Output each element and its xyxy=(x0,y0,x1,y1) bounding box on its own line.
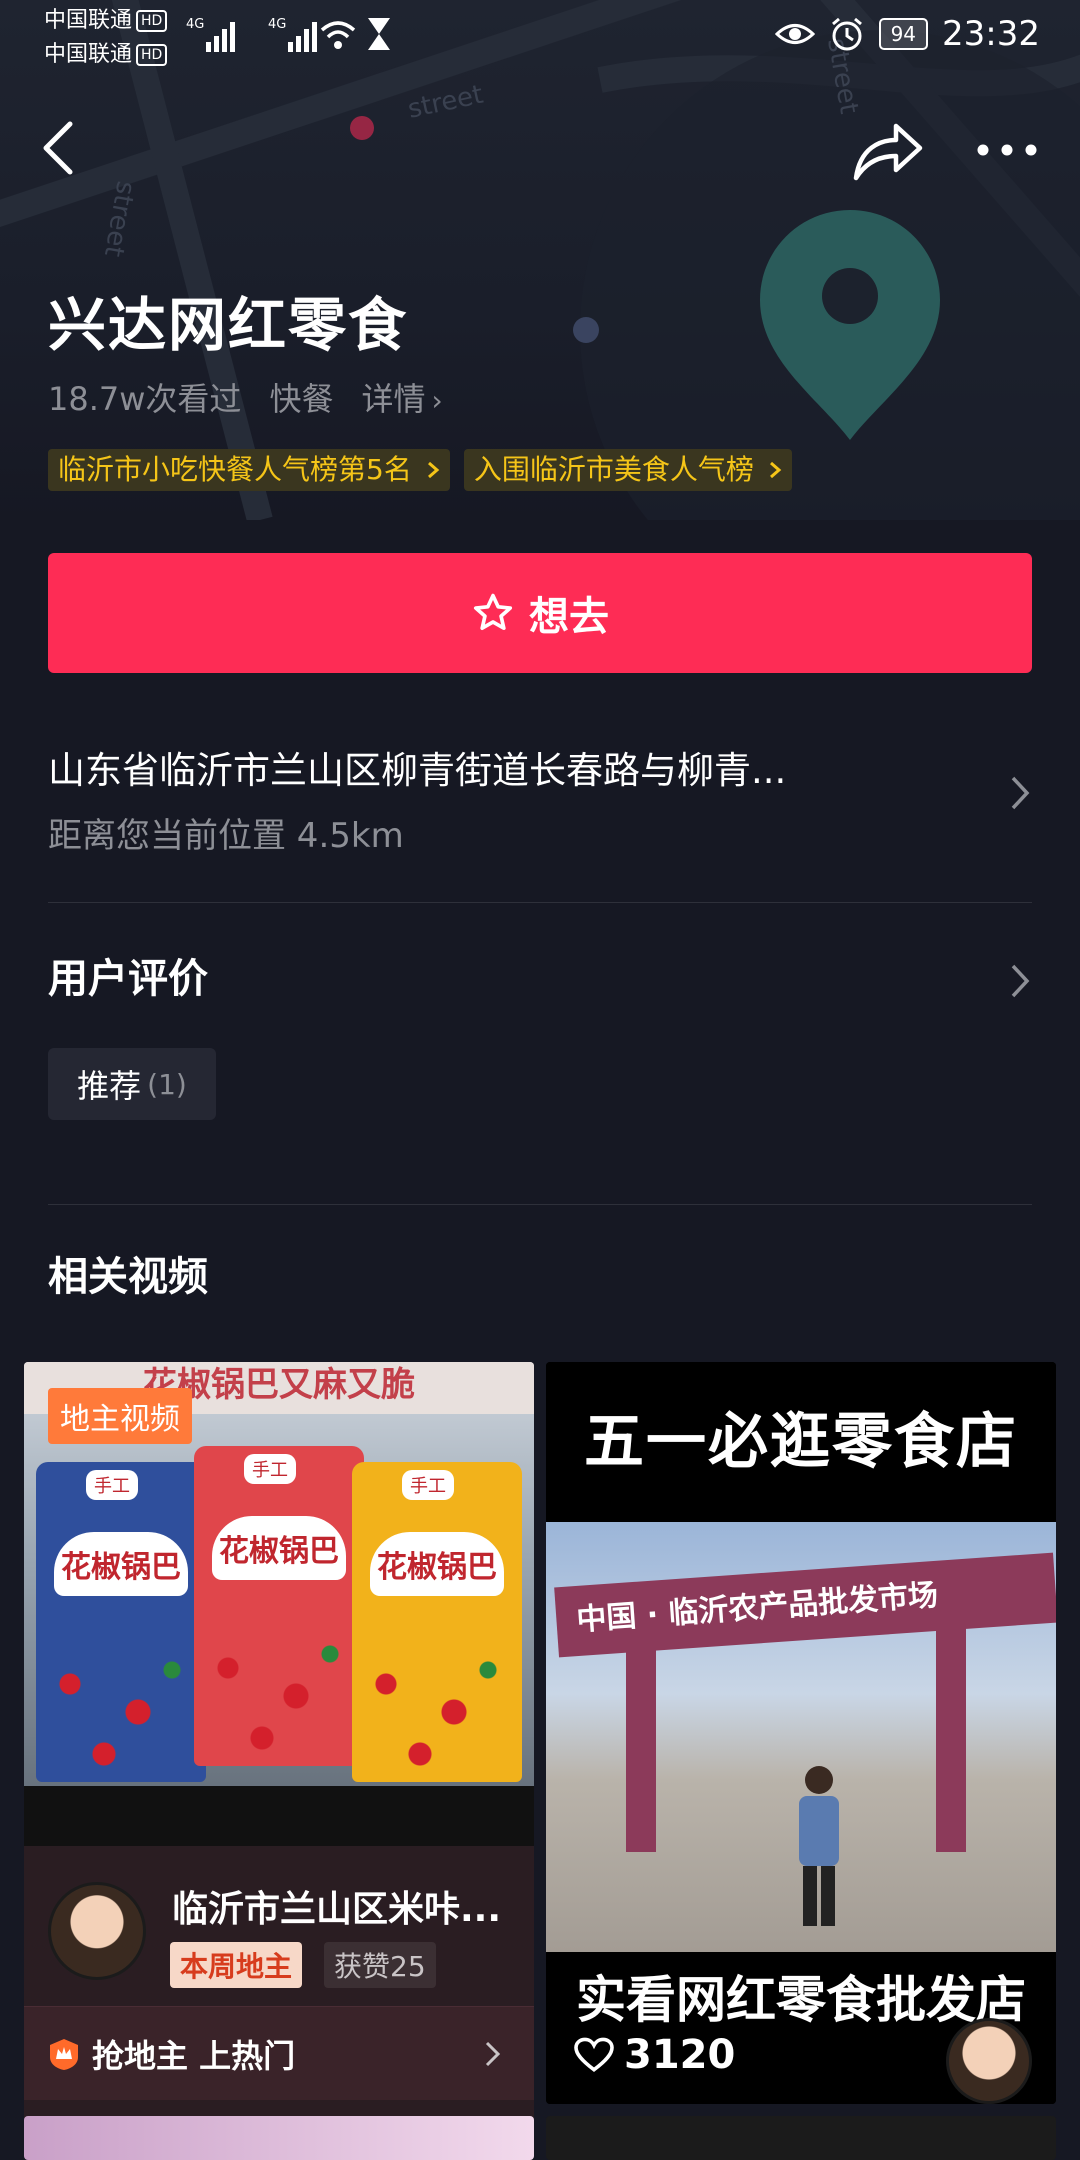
video-author-info: 临沂市兰山区米咔... 本周地主 获赞25 xyxy=(24,1846,534,2006)
more-icon[interactable] xyxy=(975,135,1039,165)
eye-icon xyxy=(774,24,815,44)
carrier-1: 中国联通 HD xyxy=(44,8,168,34)
signal-icon: 4G xyxy=(186,17,235,52)
thumbnail-bottom-bar xyxy=(24,1786,534,1846)
want-button-label: 想去 xyxy=(529,594,609,640)
divider xyxy=(48,1204,1032,1205)
likes-count: 3120 xyxy=(624,2032,736,2078)
author-name[interactable]: 临沂市兰山区米咔... xyxy=(172,1880,522,1932)
bag-label: 花椒锅巴 xyxy=(212,1516,346,1580)
video-card[interactable] xyxy=(546,2116,1056,2160)
clock: 23:32 xyxy=(942,14,1040,54)
alarm-icon xyxy=(831,17,862,51)
weekly-host-badge: 本周地主 xyxy=(170,1942,303,1988)
badge-label: 临沂市小吃快餐人气榜第5名 xyxy=(58,453,412,486)
share-icon[interactable] xyxy=(850,118,926,184)
want-to-go-button[interactable]: 想去 xyxy=(48,553,1032,673)
product-bag: 手工 花椒锅巴 xyxy=(194,1446,364,1766)
video-headline: 五一必逛零食店 xyxy=(546,1362,1056,1522)
chevron-right-icon xyxy=(427,461,440,479)
back-arrow-icon[interactable] xyxy=(34,118,84,178)
chevron-right-icon xyxy=(485,2041,501,2067)
status-bar: 中国联通 HD 中国联通 HD 4G 4G 94 23:32 xyxy=(0,0,1080,80)
avatar[interactable] xyxy=(946,2018,1032,2104)
hourglass-icon xyxy=(368,18,390,50)
hd-icon: HD xyxy=(136,44,168,66)
related-videos-title: 相关视频 xyxy=(48,1254,208,1300)
video-card[interactable]: 五一必逛零食店 中国 · 临沂农产品批发市场 实看网红零食批发店 3120 xyxy=(546,1362,1056,2104)
battery-level: 94 xyxy=(890,22,917,46)
person-figure xyxy=(799,1766,839,1926)
chevron-right-icon: › xyxy=(431,384,443,417)
arch-pillar xyxy=(626,1632,656,1852)
video-thumbnail: 花椒锅巴又麻又脆 手工 花椒锅巴 手工 花椒锅巴 手工 花椒锅巴 地主视频 xyxy=(24,1362,534,1846)
ranking-badge[interactable]: 临沂市小吃快餐人气榜第5名 xyxy=(48,449,450,491)
bag-decoration xyxy=(352,1642,522,1782)
avatar[interactable] xyxy=(48,1882,146,1980)
bag-sub-label: 手工 xyxy=(86,1470,138,1500)
bag-sub-label: 手工 xyxy=(244,1454,296,1484)
distance-text: 距离您当前位置 4.5km xyxy=(48,816,404,856)
wifi-icon xyxy=(320,21,356,49)
video-card[interactable]: 花椒锅巴又麻又脆 手工 花椒锅巴 手工 花椒锅巴 手工 花椒锅巴 地主视频 临沂… xyxy=(24,1362,534,2160)
host-video-tag: 地主视频 xyxy=(48,1388,192,1444)
crown-icon xyxy=(50,2038,78,2070)
divider xyxy=(48,902,1032,903)
grab-host-label: 抢地主 上热门 xyxy=(92,2036,296,2075)
carrier-2: 中国联通 HD xyxy=(44,42,168,68)
product-bag: 手工 花椒锅巴 xyxy=(352,1462,522,1782)
arch-pillar xyxy=(936,1612,966,1852)
video-card[interactable] xyxy=(24,2116,534,2160)
bag-decoration xyxy=(194,1626,364,1766)
video-thumbnail: 中国 · 临沂农产品批发市场 xyxy=(546,1522,1056,1952)
review-tag[interactable]: 推荐 (1) xyxy=(48,1048,216,1120)
shop-address[interactable]: 山东省临沂市兰山区柳青街道长春路与柳青... xyxy=(48,740,786,794)
heart-icon xyxy=(574,2037,614,2072)
chevron-right-icon[interactable] xyxy=(1005,958,1035,1004)
ranking-badge[interactable]: 入围临沂市美食人气榜 xyxy=(463,449,792,491)
signal-icon: 4G xyxy=(268,17,317,52)
svg-text:4G: 4G xyxy=(268,17,286,32)
video-caption-area: 实看网红零食批发店 3120 xyxy=(546,1952,1056,2104)
likes-badge: 获赞25 xyxy=(324,1942,436,1988)
reviews-title[interactable]: 用户评价 xyxy=(48,946,208,1004)
ranking-badges: 临沂市小吃快餐人气榜第5名 入围临沂市美食人气榜 xyxy=(48,449,792,491)
grab-host-button[interactable]: 抢地主 上热门 xyxy=(24,2006,534,2100)
bag-decoration xyxy=(36,1642,206,1782)
bag-label: 花椒锅巴 xyxy=(370,1532,504,1596)
svg-text:4G: 4G xyxy=(186,17,204,32)
bag-label: 花椒锅巴 xyxy=(54,1532,188,1596)
bag-sub-label: 手工 xyxy=(402,1470,454,1500)
star-icon xyxy=(473,593,513,631)
details-label: 详情 xyxy=(361,380,426,418)
hd-icon: HD xyxy=(136,10,168,32)
video-likes: 3120 xyxy=(574,2032,735,2078)
view-count: 18.7w次看过 xyxy=(48,380,242,418)
chevron-right-icon xyxy=(769,461,782,479)
battery-indicator: 94 xyxy=(878,18,929,50)
page-title: 兴达网红零食 xyxy=(48,291,409,359)
details-link[interactable]: 详情 › xyxy=(361,374,442,420)
carrier-name: 中国联通 xyxy=(44,42,133,67)
shop-meta: 18.7w次看过 快餐 详情 › xyxy=(48,374,443,420)
review-tag-label: 推荐 xyxy=(77,1067,142,1105)
product-bag: 手工 花椒锅巴 xyxy=(36,1462,206,1782)
category: 快餐 xyxy=(269,380,334,418)
chevron-right-icon[interactable] xyxy=(1005,770,1035,816)
badge-label: 入围临沂市美食人气榜 xyxy=(473,453,754,486)
review-tag-count: (1) xyxy=(147,1067,187,1101)
carrier-name: 中国联通 xyxy=(44,8,133,33)
